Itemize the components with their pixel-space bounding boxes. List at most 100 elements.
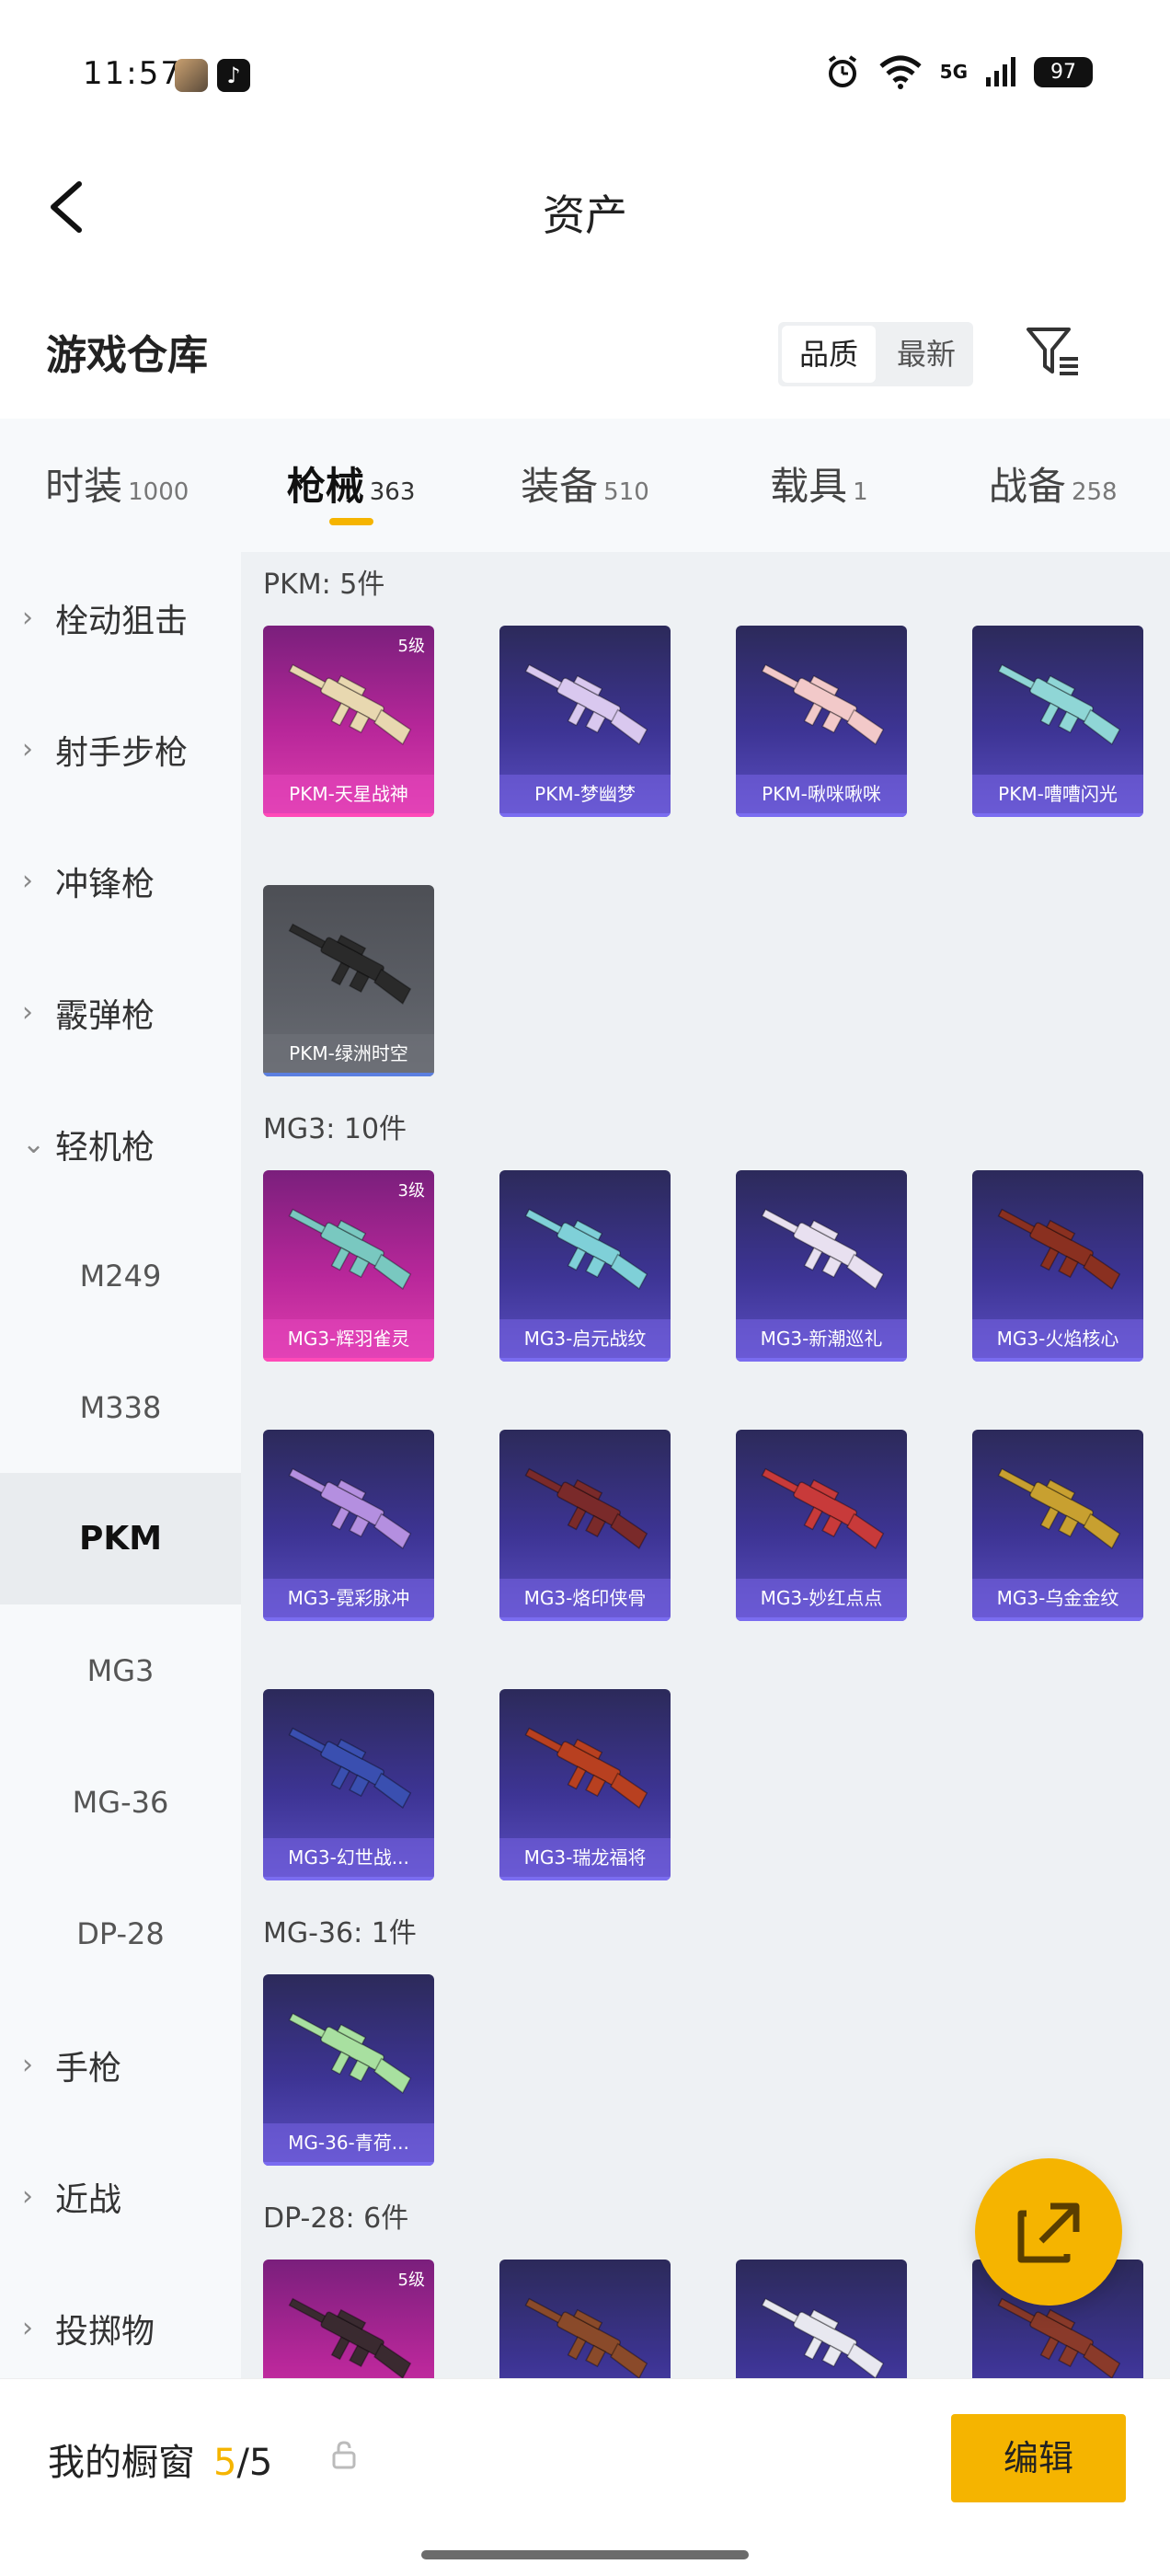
section-label: PKM: 5件 <box>263 569 385 601</box>
sidebar-item-1[interactable]: › 射手步枪 <box>0 684 241 815</box>
weapon-card[interactable]: PKM-绿洲时空 <box>263 885 434 1076</box>
weapon-card[interactable]: MG3-新潮巡礼 <box>736 1170 907 1362</box>
weapon-icon <box>524 1467 648 1549</box>
tab-0[interactable]: 时装 1000 <box>0 419 234 552</box>
weapon-name: PKM-梦幽梦 <box>499 775 671 817</box>
tab-2[interactable]: 装备 510 <box>468 419 702 552</box>
weapon-icon <box>288 663 412 745</box>
sidebar-item-10[interactable]: DP-28 <box>0 1868 241 1999</box>
sidebar-item-label: DP-28 <box>76 1915 165 1951</box>
sidebar-item-11[interactable]: › 手枪 <box>0 1999 241 2131</box>
weapon-card[interactable] <box>499 2260 671 2378</box>
weapon-icon <box>761 1208 885 1290</box>
weapon-card[interactable]: 5级 PKM-天星战神 <box>263 626 434 817</box>
weapon-card[interactable]: MG3-霓彩脉冲 <box>263 1430 434 1621</box>
weapon-icon <box>288 2012 412 2094</box>
sidebar-item-label: 射手步枪 <box>55 733 189 772</box>
sidebar-item-12[interactable]: › 近战 <box>0 2131 241 2262</box>
sort-option-quality[interactable]: 品质 <box>782 326 876 383</box>
weapon-icon <box>288 923 412 1005</box>
weapon-icon <box>524 1208 648 1290</box>
lock-icon <box>332 2441 356 2469</box>
weapon-icon <box>997 1208 1121 1290</box>
weapon-card[interactable]: 5级 <box>263 2260 434 2378</box>
weapon-name: MG-36-青荷... <box>263 2123 434 2166</box>
sidebar-item-label: MG3 <box>86 1652 155 1688</box>
showcase-bar: 我的橱窗 5/5 编辑 <box>0 2378 1170 2576</box>
weapon-type-sidebar: › 栓动狙击 › 射手步枪 › 冲锋枪 › 霰弹枪 ⌄ 轻机枪 M249 M338 PKM MG3 MG-3… <box>0 552 241 2378</box>
sidebar-item-2[interactable]: › 冲锋枪 <box>0 815 241 947</box>
weapon-icon <box>761 663 885 745</box>
weapon-icon <box>288 1467 412 1549</box>
warehouse-title: 游戏仓库 <box>46 332 208 379</box>
sidebar-item-label: 近战 <box>55 2180 122 2219</box>
weapon-card[interactable]: PKM-嘈嘈闪光 <box>972 626 1143 817</box>
sidebar-item-label: M249 <box>79 1258 162 1294</box>
sidebar-item-6[interactable]: M338 <box>0 1341 241 1473</box>
showcase-title: 我的橱窗 <box>48 2442 195 2484</box>
weapon-card[interactable]: MG3-妙红点点 <box>736 1430 907 1621</box>
tab-label: 时装 <box>45 464 123 509</box>
tab-label: 枪械 <box>286 464 364 509</box>
tab-1[interactable]: 枪械 363 <box>234 419 467 552</box>
weapon-card[interactable] <box>736 2260 907 2378</box>
sidebar-item-4[interactable]: ⌄ 轻机枪 <box>0 1078 241 1210</box>
sidebar-item-label: 手枪 <box>55 2049 122 2087</box>
weapon-name: MG3-辉羽雀灵 <box>263 1319 434 1362</box>
weapon-card[interactable]: MG3-火焰核心 <box>972 1170 1143 1362</box>
weapon-card[interactable]: PKM-啾咪啾咪 <box>736 626 907 817</box>
home-indicator[interactable] <box>421 2550 749 2559</box>
edit-button[interactable]: 编辑 <box>951 2414 1126 2502</box>
sidebar-item-label: M338 <box>79 1389 162 1425</box>
weapon-card[interactable]: MG3-烙印侠骨 <box>499 1430 671 1621</box>
sidebar-item-label: MG-36 <box>72 1784 169 1820</box>
weapon-card[interactable]: MG3-乌金金纹 <box>972 1430 1143 1621</box>
sidebar-item-8[interactable]: MG3 <box>0 1604 241 1736</box>
weapon-card[interactable]: 3级 MG3-辉羽雀灵 <box>263 1170 434 1362</box>
sidebar-item-5[interactable]: M249 <box>0 1210 241 1341</box>
level-badge: 5级 <box>397 2271 425 2290</box>
tab-3[interactable]: 载具 1 <box>702 419 935 552</box>
weapon-name: MG3-乌金金纹 <box>972 1579 1143 1621</box>
weapon-card[interactable]: MG3-瑞龙福将 <box>499 1689 671 1880</box>
tab-label: 装备 <box>521 464 599 509</box>
app-root: 11:57 ♪ 5G 97 资产 游戏仓库 品质 最新 时装 1000 枪械 3… <box>0 0 1170 2576</box>
page-title: 资产 <box>543 190 627 240</box>
tab-4[interactable]: 战备 258 <box>936 419 1170 552</box>
weapon-card[interactable]: PKM-梦幽梦 <box>499 626 671 817</box>
share-fab-button[interactable] <box>975 2158 1122 2306</box>
weapon-icon <box>524 1727 648 1809</box>
weapon-name: MG3-霓彩脉冲 <box>263 1579 434 1621</box>
sidebar-item-label: 投掷物 <box>55 2312 155 2351</box>
sort-option-latest[interactable]: 最新 <box>879 322 973 386</box>
sidebar-item-7[interactable]: PKM <box>0 1473 241 1604</box>
sidebar-item-0[interactable]: › 栓动狙击 <box>0 552 241 684</box>
weapon-card[interactable]: MG3-幻世战... <box>263 1689 434 1880</box>
sidebar-item-label: PKM <box>78 1520 163 1558</box>
game-app-icon <box>175 59 208 92</box>
tab-count: 363 <box>369 478 416 506</box>
tab-count: 1000 <box>128 478 189 506</box>
weapon-card[interactable]: MG-36-青荷... <box>263 1974 434 2166</box>
network-type: 5G <box>939 61 968 83</box>
battery-indicator: 97 <box>1034 56 1093 87</box>
sidebar-item-label: 栓动狙击 <box>55 602 189 640</box>
section-label: MG-36: 1件 <box>263 1917 417 1949</box>
weapon-name: MG3-启元战纹 <box>499 1319 671 1362</box>
showcase-label: 我的橱窗 5/5 <box>48 2432 272 2486</box>
sidebar-item-13[interactable]: › 投掷物 <box>0 2262 241 2394</box>
weapon-icon <box>524 2297 648 2378</box>
chevron-right-icon: › <box>22 2180 33 2213</box>
sidebar-item-9[interactable]: MG-36 <box>0 1736 241 1868</box>
weapon-icon <box>288 2297 412 2378</box>
weapon-icon <box>288 1727 412 1809</box>
showcase-count-total: /5 <box>236 2442 273 2484</box>
filter-icon[interactable] <box>1023 322 1082 381</box>
sidebar-item-3[interactable]: › 霰弹枪 <box>0 947 241 1078</box>
tab-label: 战备 <box>988 464 1066 509</box>
weapon-card[interactable]: MG3-启元战纹 <box>499 1170 671 1362</box>
weapon-name: PKM-天星战神 <box>263 775 434 817</box>
chevron-right-icon: › <box>22 996 33 1029</box>
section-label: MG3: 10件 <box>263 1113 407 1145</box>
nav-header: 资产 <box>0 156 1170 258</box>
